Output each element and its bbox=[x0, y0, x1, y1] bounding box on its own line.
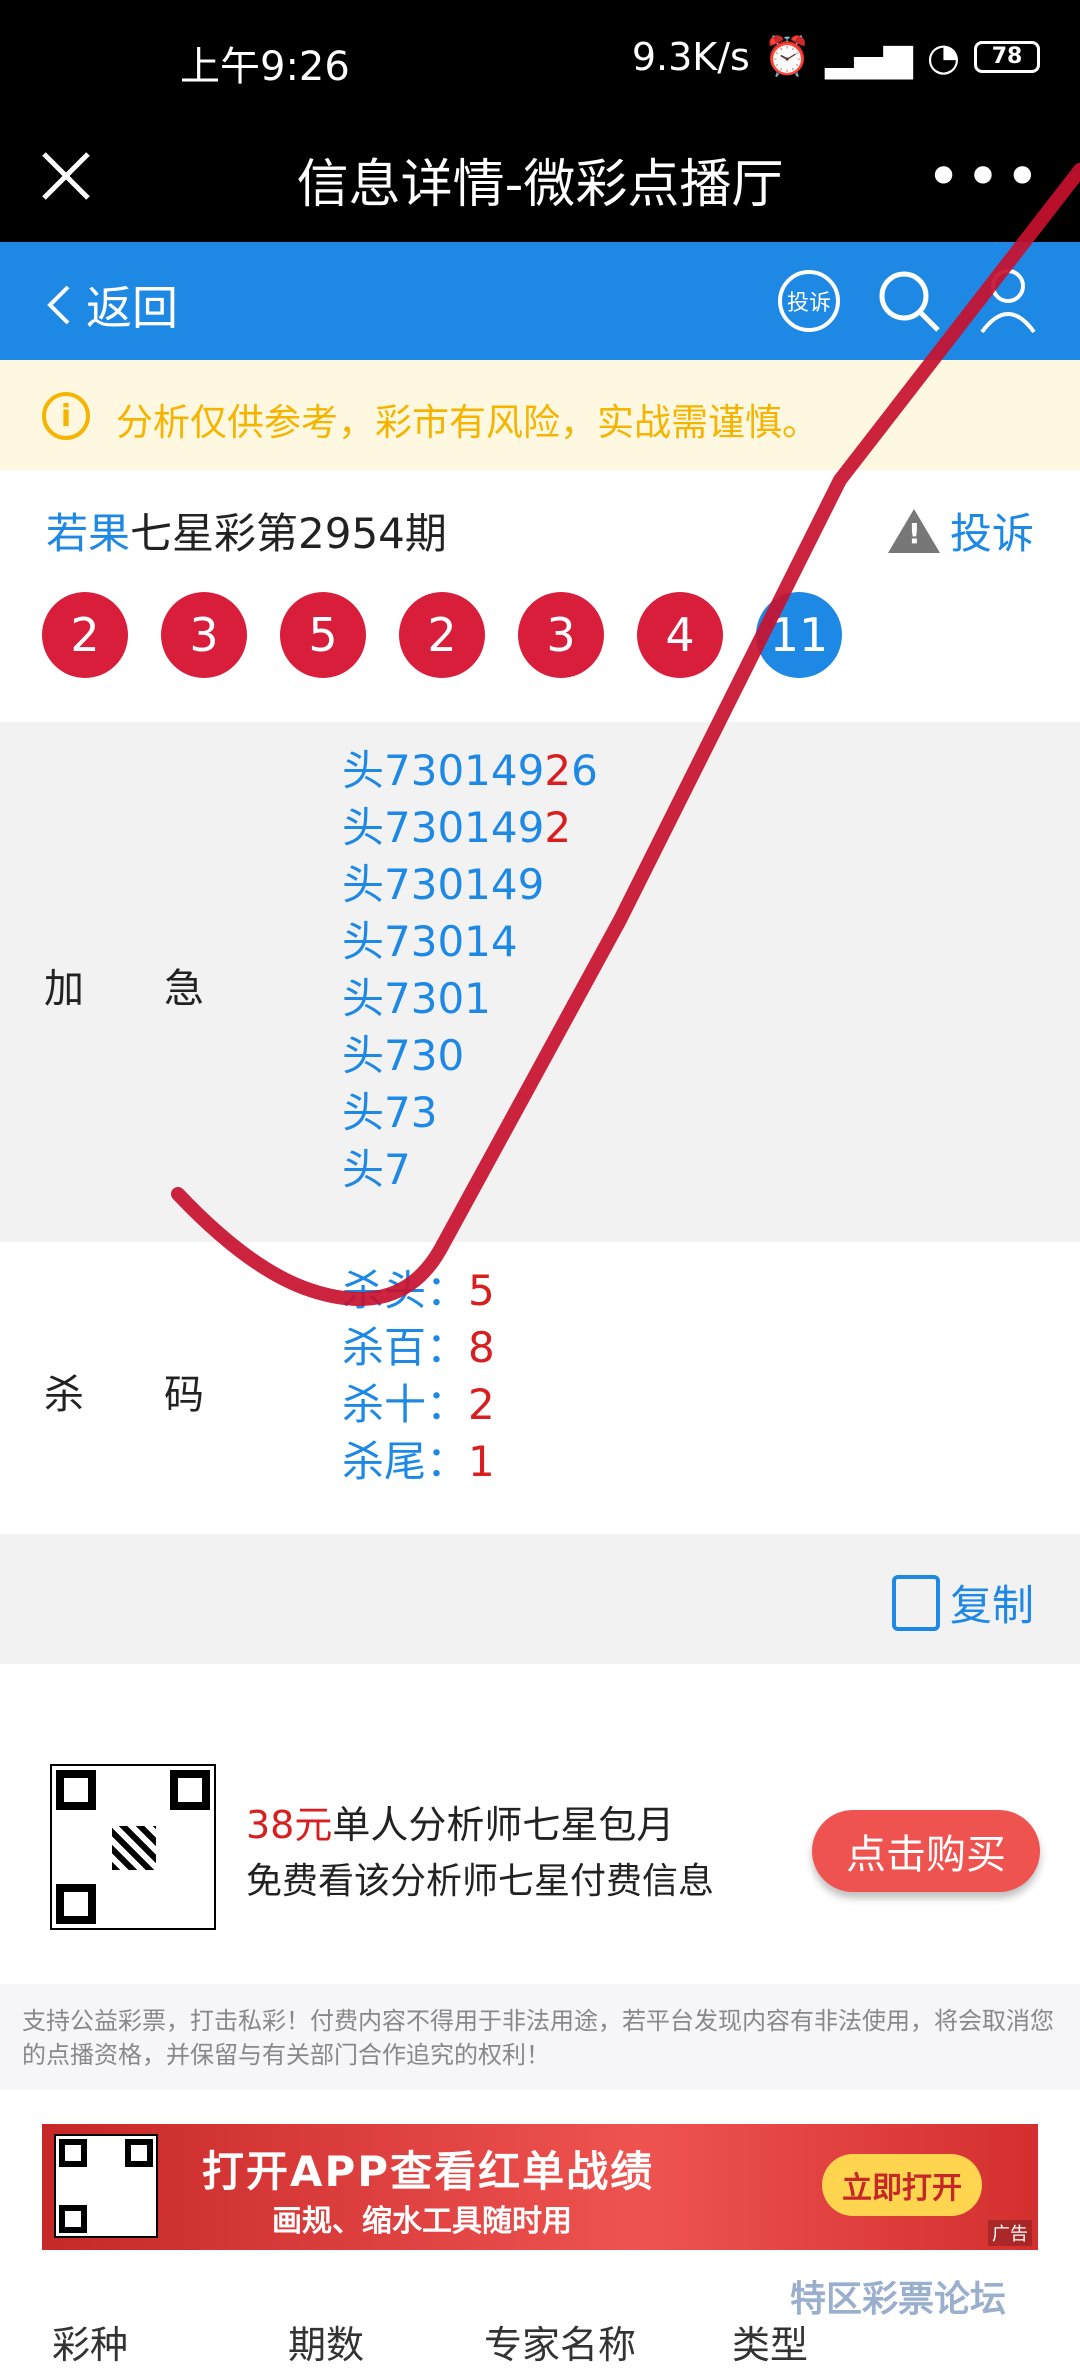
page-title: 信息详情-微彩点播厅 bbox=[296, 155, 784, 215]
warning-icon: ! bbox=[887, 508, 940, 553]
status-time: 上午9:26 bbox=[180, 44, 350, 90]
search-icon[interactable] bbox=[876, 268, 942, 334]
risk-notice: i 分析仅供参考，彩市有风险，实战需谨慎。 bbox=[0, 360, 1080, 470]
tab-issue[interactable]: 期数 bbox=[288, 2314, 364, 2369]
ball: 3 bbox=[518, 592, 604, 678]
jiaji-lines: 头73014926 头7301492 头730149 头73014 头7301 … bbox=[342, 742, 598, 1198]
status-bar: 上午9:26 9.3K/s ⏰ ▂▄▆ ◔ 78 bbox=[0, 0, 1080, 120]
copy-label: 复制 bbox=[949, 1581, 1034, 1630]
issue-title: 七星彩第2954期 bbox=[130, 509, 447, 558]
result-balls: 2 3 5 2 3 4 11 bbox=[42, 592, 842, 678]
shama-line: 杀尾：1 bbox=[342, 1437, 495, 1486]
buy-button[interactable]: 点击购买 bbox=[812, 1810, 1040, 1892]
title-bar: 信息详情-微彩点播厅 ••• bbox=[0, 120, 1080, 242]
complain-link[interactable]: ! 投诉 bbox=[887, 500, 1034, 561]
wifi-icon: ◔ bbox=[926, 34, 960, 79]
issue-heading: 若果七星彩第2954期 bbox=[46, 500, 447, 561]
notice-text: 分析仅供参考，彩市有风险，实战需谨慎。 bbox=[116, 401, 819, 444]
open-app-button[interactable]: 立即打开 bbox=[822, 2154, 982, 2216]
disclaimer: 支持公益彩票，打击私彩！付费内容不得用于非法用途，若平台发现内容有非法使用，将会… bbox=[0, 1984, 1080, 2090]
back-button[interactable]: 返回 bbox=[46, 272, 178, 338]
section-label: 加急 bbox=[44, 966, 284, 1012]
complain-button[interactable]: 投诉 bbox=[778, 270, 840, 332]
watermark: 特区彩票论坛 bbox=[790, 2279, 1007, 2320]
tab-type[interactable]: 类型 bbox=[732, 2314, 808, 2369]
ball: 2 bbox=[42, 592, 128, 678]
copy-bar: 复制 bbox=[0, 1534, 1080, 1664]
status-right: 9.3K/s ⏰ ▂▄▆ ◔ 78 bbox=[632, 34, 1040, 79]
nav-bar: 返回 投诉 bbox=[0, 242, 1080, 360]
section-jiaji: 加急 头73014926 头7301492 头730149 头73014 头73… bbox=[0, 722, 1080, 1242]
banner-subline: 画规、缩水工具随时用 bbox=[272, 2204, 572, 2239]
ball: 3 bbox=[161, 592, 247, 678]
shama-line: 杀十：2 bbox=[342, 1380, 495, 1429]
jiaji-line: 头7 bbox=[342, 1145, 411, 1194]
signal-icon: ▂▄▆ bbox=[825, 34, 913, 79]
qr-code bbox=[50, 1764, 216, 1930]
ball-bonus: 11 bbox=[756, 592, 842, 678]
jiaji-line: 头7301492 bbox=[342, 803, 572, 852]
user-icon[interactable] bbox=[978, 266, 1038, 336]
battery-icon: 78 bbox=[974, 40, 1040, 73]
jiaji-line: 头73 bbox=[342, 1088, 438, 1137]
ball: 5 bbox=[280, 592, 366, 678]
tab-lottery-type[interactable]: 彩种 bbox=[52, 2314, 128, 2369]
copy-button[interactable]: 复制 bbox=[891, 1572, 1034, 1633]
complain-label: 投诉 bbox=[949, 509, 1034, 558]
jiaji-line: 头7301 bbox=[342, 974, 491, 1023]
tab-expert[interactable]: 专家名称 bbox=[484, 2314, 636, 2369]
ball: 4 bbox=[637, 592, 723, 678]
more-icon[interactable]: ••• bbox=[926, 142, 1044, 212]
network-speed: 9.3K/s bbox=[631, 34, 750, 79]
alarm-icon: ⏰ bbox=[763, 34, 812, 78]
back-label: 返回 bbox=[86, 281, 178, 335]
info-icon: i bbox=[42, 392, 90, 440]
section-label: 杀码 bbox=[44, 1372, 284, 1418]
app-banner-ad[interactable]: 打开APP查看红单战绩 画规、缩水工具随时用 立即打开 广告 bbox=[42, 2124, 1038, 2250]
offer-price: 38元 bbox=[246, 1803, 333, 1847]
jiaji-line: 头730 bbox=[342, 1031, 465, 1080]
jiaji-line: 头730149 bbox=[342, 860, 545, 909]
banner-qr-code bbox=[54, 2134, 158, 2238]
shama-line: 杀百：8 bbox=[342, 1323, 495, 1372]
offer-title: 38元单人分析师七星包月 bbox=[246, 1803, 675, 1847]
shama-line: 杀头：5 bbox=[342, 1266, 495, 1315]
offer-subtitle: 免费看该分析师七星付费信息 bbox=[246, 1861, 715, 1902]
shama-lines: 杀头：5 杀百：8 杀十：2 杀尾：1 bbox=[342, 1262, 495, 1490]
chevron-left-icon bbox=[47, 285, 70, 325]
jiaji-line: 头73014 bbox=[342, 917, 518, 966]
banner-headline: 打开APP查看红单战绩 bbox=[202, 2147, 655, 2196]
ball: 2 bbox=[399, 592, 485, 678]
author-name[interactable]: 若果 bbox=[46, 509, 130, 558]
subscription-offer: 38元单人分析师七星包月 免费看该分析师七星付费信息 点击购买 bbox=[0, 1664, 1080, 1984]
ad-label: 广告 bbox=[988, 2220, 1032, 2246]
document-icon bbox=[891, 1574, 940, 1631]
section-shama: 杀码 杀头：5 杀百：8 杀十：2 杀尾：1 bbox=[0, 1242, 1080, 1534]
jiaji-line: 头73014926 bbox=[342, 746, 598, 795]
